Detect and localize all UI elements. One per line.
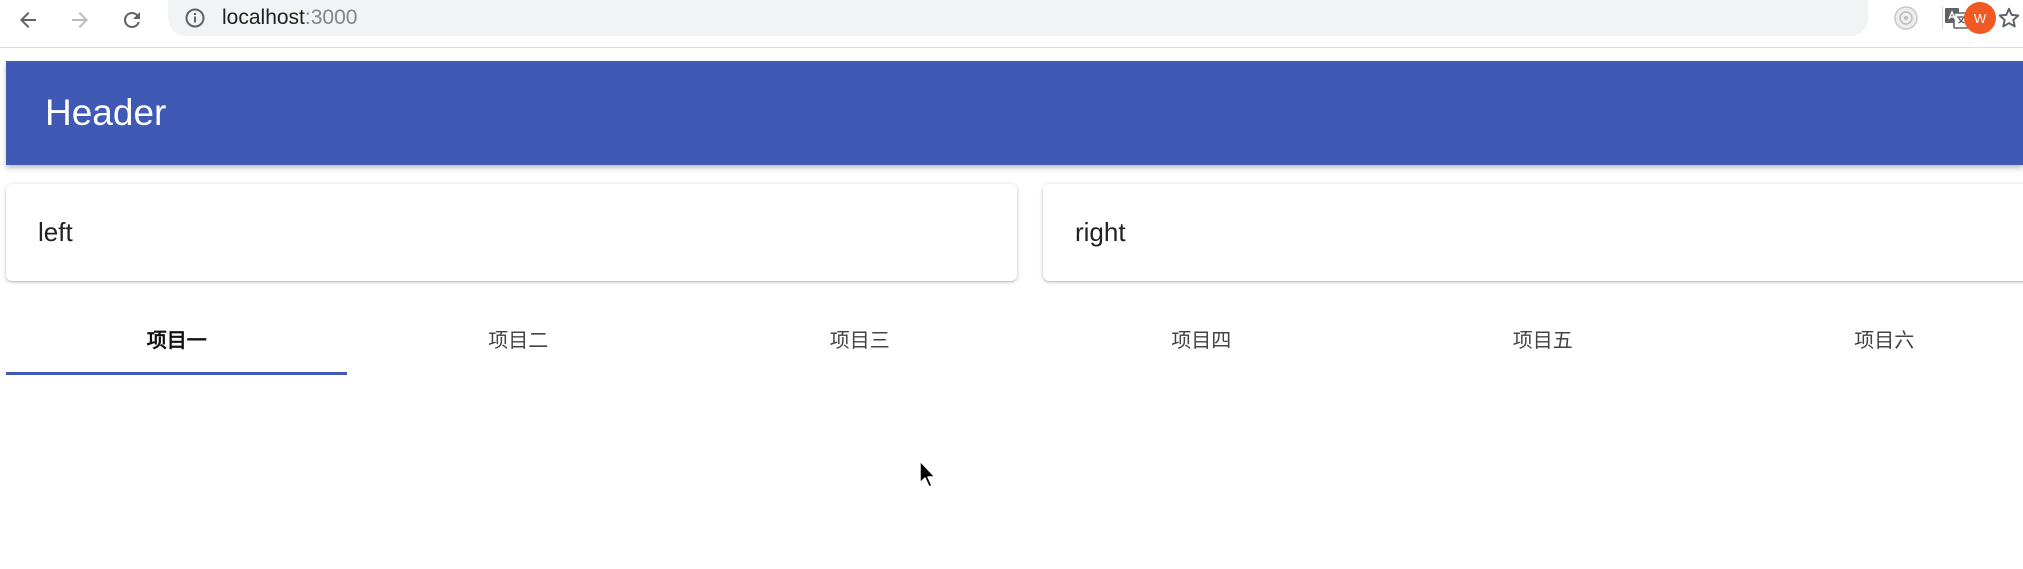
url-host: localhost xyxy=(222,6,305,29)
right-paper-text: right xyxy=(1075,217,1126,247)
back-arrow-icon[interactable] xyxy=(10,2,46,38)
address-bar[interactable]: localhost:3000 xyxy=(168,0,2020,36)
tab-item-5[interactable]: 项目五 xyxy=(1372,300,1714,376)
url-port: :3000 xyxy=(304,6,358,29)
left-paper: left xyxy=(6,184,1017,281)
reload-icon[interactable] xyxy=(114,2,150,38)
tab-bar: 项目一 项目二 项目三 项目四 项目五 项目六 xyxy=(6,300,2023,376)
profile-avatar[interactable]: W xyxy=(1964,2,1996,34)
right-paper: right xyxy=(1043,184,2023,281)
app-header: Header xyxy=(6,61,2023,165)
toolbar-divider xyxy=(1942,6,1943,30)
tab-item-2[interactable]: 项目二 xyxy=(348,300,690,376)
browser-toolbar: localhost:3000 W xyxy=(0,0,2023,48)
left-paper-text: left xyxy=(38,217,73,247)
url-text[interactable]: localhost:3000 xyxy=(222,7,357,29)
tab-item-4[interactable]: 项目四 xyxy=(1031,300,1373,376)
tab-item-1[interactable]: 项目一 xyxy=(6,300,348,376)
mouse-cursor-icon xyxy=(918,459,938,491)
info-icon[interactable] xyxy=(184,7,206,29)
bookmark-star-icon[interactable] xyxy=(1996,5,2022,31)
extension-icon[interactable] xyxy=(1892,4,1920,32)
header-title: Header xyxy=(45,92,167,133)
tab-item-6[interactable]: 项目六 xyxy=(1714,300,2023,376)
forward-arrow-icon[interactable] xyxy=(62,2,98,38)
tab-item-3[interactable]: 项目三 xyxy=(689,300,1031,376)
active-tab-indicator xyxy=(6,372,347,375)
